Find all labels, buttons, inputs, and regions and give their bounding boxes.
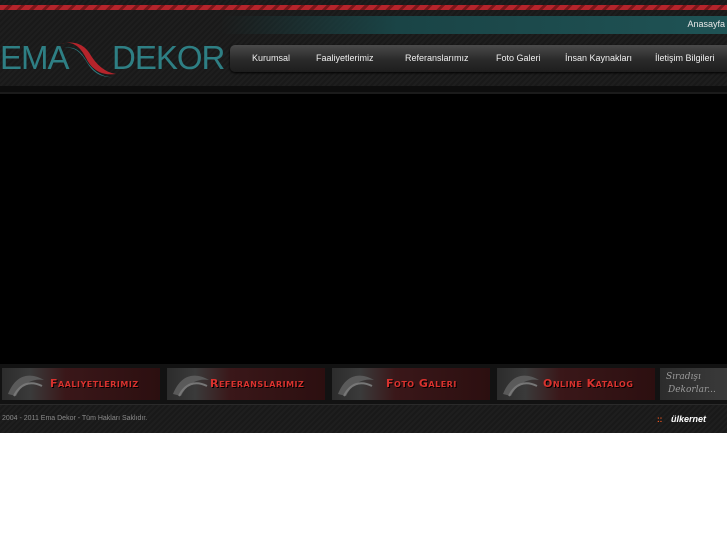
decor-shape-icon xyxy=(338,375,374,397)
logo[interactable]: EMA DEKOR xyxy=(0,36,225,82)
credit-logo-icon: :: xyxy=(657,415,663,424)
flash-content-area xyxy=(0,94,727,364)
credit-brand-text: ülkernet xyxy=(671,414,707,424)
banner-foto-galeri[interactable]: Foto Galeri xyxy=(332,368,490,400)
banner-online-katalog[interactable]: Online Katalog xyxy=(497,368,655,400)
decor-shape-icon xyxy=(503,375,539,397)
top-bar xyxy=(220,16,727,34)
home-link[interactable]: Anasayfa xyxy=(687,19,725,29)
nav-item-referanslarimiz[interactable]: Referanslarımız xyxy=(405,53,469,63)
tagline: Sıradışı Dekorlar... xyxy=(660,368,727,400)
nav-item-foto-galeri[interactable]: Foto Galeri xyxy=(496,53,541,63)
banner-referanslarimiz[interactable]: Referanslarimiz xyxy=(167,368,325,400)
logo-text-right: DEKOR xyxy=(112,39,225,76)
header: Anasayfa EMA DEKOR Kurumsal Faaliyetleri… xyxy=(0,0,727,92)
header-divider xyxy=(0,86,727,92)
tagline-line-2: Dekorlar... xyxy=(668,385,716,395)
banner-row: Faaliyetlerimiz Referanslarimiz Foto Gal… xyxy=(0,364,727,404)
nav-item-insan-kaynaklari[interactable]: İnsan Kaynakları xyxy=(565,53,632,63)
main-nav: Kurumsal Faaliyetlerimiz Referanslarımız… xyxy=(230,45,727,72)
banner-label: Referanslarimiz xyxy=(210,377,305,390)
banner-label: Online Katalog xyxy=(543,377,634,390)
nav-item-kurumsal[interactable]: Kurumsal xyxy=(252,53,290,63)
tagline-line-1: Sıradışı xyxy=(666,372,701,382)
decor-shape-icon xyxy=(173,375,209,397)
developer-credit-link[interactable]: :: ülkernet xyxy=(657,413,725,427)
banner-label: Foto Galeri xyxy=(386,377,457,390)
top-stripe xyxy=(0,5,727,10)
footer: 2004 - 2011 Ema Dekor - Tüm Hakları Sakl… xyxy=(0,404,727,433)
nav-item-iletisim-bilgileri[interactable]: İletişim Bilgileri xyxy=(655,53,715,63)
site-wrapper: Anasayfa EMA DEKOR Kurumsal Faaliyetleri… xyxy=(0,0,727,433)
nav-item-faaliyetlerimiz[interactable]: Faaliyetlerimiz xyxy=(316,53,374,63)
copyright-text: 2004 - 2011 Ema Dekor - Tüm Hakları Sakl… xyxy=(2,415,148,422)
decor-shape-icon xyxy=(8,375,44,397)
logo-swoosh-icon xyxy=(60,42,116,78)
banner-faaliyetlerimiz[interactable]: Faaliyetlerimiz xyxy=(2,368,160,400)
banner-label: Faaliyetlerimiz xyxy=(50,377,139,390)
